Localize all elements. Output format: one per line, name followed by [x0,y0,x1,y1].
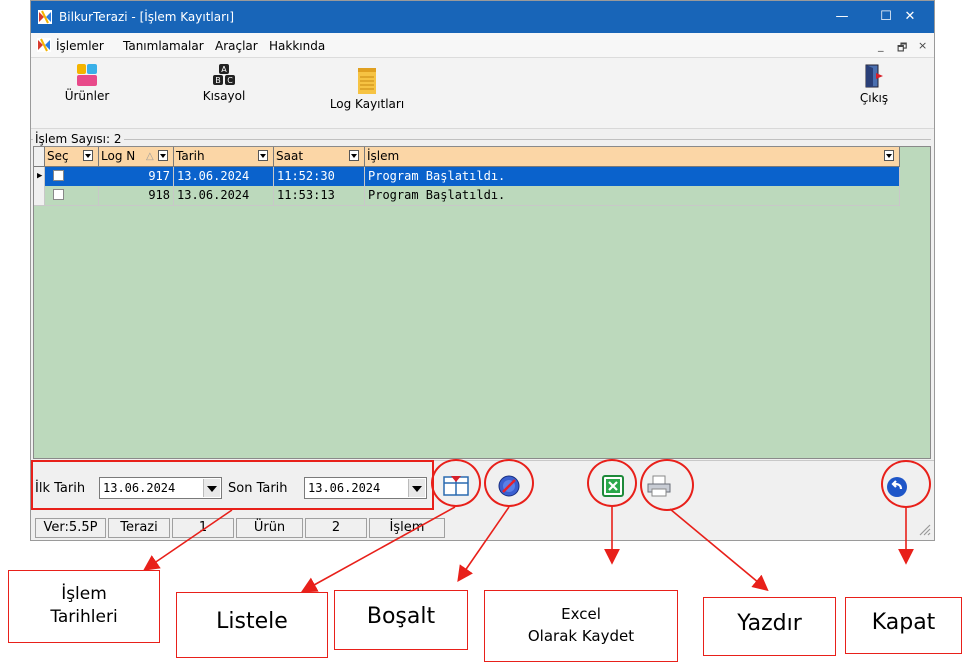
excel-callout: Excel Olarak Kaydet [484,590,678,662]
close-callout: Kapat [845,597,962,654]
clear-callout: Boşalt [334,590,468,650]
annotation-arrows [143,506,914,593]
list-callout: Listele [176,592,328,658]
print-callout: Yazdır [703,597,836,656]
dates-callout: İşlem Tarihleri [8,570,160,643]
